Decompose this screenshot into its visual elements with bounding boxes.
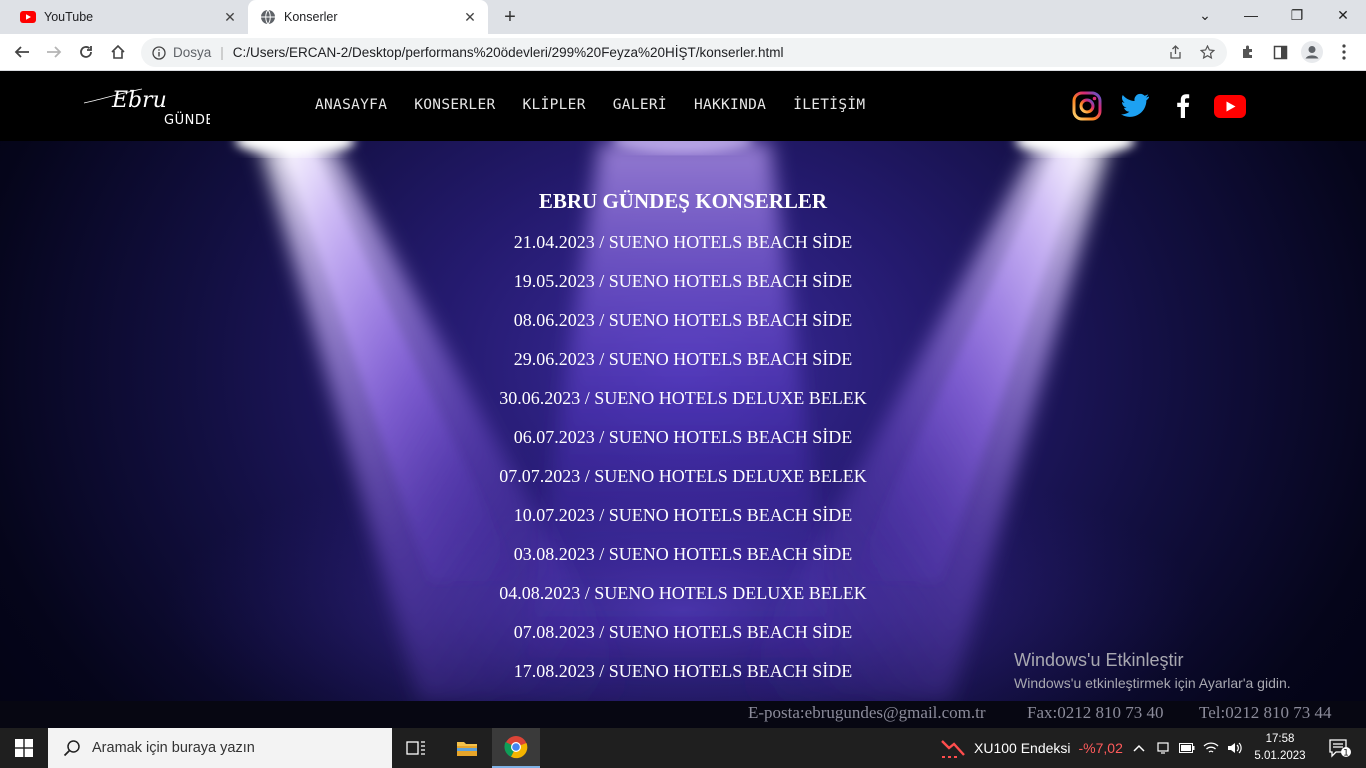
minimize-icon[interactable]: — [1228,0,1274,30]
bookmark-star-icon[interactable] [1195,41,1219,65]
tab-konserler[interactable]: Konserler ✕ [248,0,488,34]
restore-icon[interactable]: ❐ [1274,0,1320,30]
concerts-section: EBRU GÜNDEŞ KONSERLER 21.04.2023 / SUENO… [0,141,1366,701]
address-separator: | [220,45,224,60]
reload-icon[interactable] [72,38,100,66]
taskbar-search-box[interactable]: Aramak için buraya yazın [48,728,392,768]
concert-item: 07.07.2023 / SUENO HOTELS DELUXE BELEK [499,466,867,486]
back-icon[interactable] [8,38,36,66]
info-icon[interactable] [151,45,167,61]
search-icon [62,738,82,758]
concert-item: 29.06.2023 / SUENO HOTELS BEACH SİDE [513,349,853,369]
site-footer: E-posta:ebrugundes@gmail.com.tr Fax:0212… [0,701,1366,728]
nav-klipler[interactable]: KLİPLER [523,97,586,113]
profile-avatar-icon[interactable] [1298,38,1326,66]
twitter-icon[interactable] [1119,91,1151,121]
url-text[interactable]: C:/Users/ERCAN-2/Desktop/performans%20öd… [233,45,1163,60]
chevron-up-icon[interactable] [1127,728,1151,768]
windows-start-icon[interactable] [0,728,48,768]
clock-time: 17:58 [1265,733,1295,745]
nav-galeri[interactable]: GALERİ [613,97,667,113]
search-placeholder: Aramak için buraya yazın [92,740,255,756]
logo-name-text: GÜNDEŞ [164,111,210,128]
globe-icon [260,9,276,25]
tab-search-icon[interactable]: ⌄ [1182,0,1228,30]
tab-strip: YouTube ✕ Konserler ✕ + ⌄ — ❐ ✕ [0,0,1366,34]
nav-hakkinda[interactable]: HAKKINDA [694,97,766,113]
web-page: Ebru GÜNDEŞ ANASAYFA KONSERLER KLİPLER G… [0,71,1366,728]
youtube-icon[interactable] [1214,91,1246,121]
side-panel-icon[interactable] [1266,38,1294,66]
footer-tel: Tel:0212 810 73 44 [1199,703,1332,722]
nav-iletisim[interactable]: İLETİŞİM [793,97,865,113]
close-tab-icon[interactable]: ✕ [460,7,480,27]
close-tab-icon[interactable]: ✕ [220,7,240,27]
tab-label: Konserler [284,10,338,24]
notification-count: 1 [1343,748,1349,758]
concert-item: 03.08.2023 / SUENO HOTELS BEACH SİDE [513,544,853,564]
security-label: Dosya [173,45,212,60]
browser-toolbar: Dosya | C:/Users/ERCAN-2/Desktop/perform… [0,34,1366,71]
chrome-icon[interactable] [492,728,540,768]
watermark-title: Windows'u Etkinleştir [1014,650,1184,670]
wifi-icon[interactable] [1199,728,1223,768]
concert-item: 30.06.2023 / SUENO HOTELS DELUXE BELEK [499,388,867,408]
logo-script-text: Ebru [111,88,167,113]
ticker-label: XU100 Endeksi [974,740,1071,756]
clock-date: 5.01.2023 [1254,750,1306,762]
system-clock[interactable]: 17:58 5.01.2023 [1252,731,1308,765]
nav-konserler[interactable]: KONSERLER [414,97,495,113]
concert-item: 06.07.2023 / SUENO HOTELS BEACH SİDE [513,427,853,447]
concert-item: 19.05.2023 / SUENO HOTELS BEACH SİDE [513,271,853,291]
new-tab-icon[interactable]: + [498,5,522,29]
share-icon[interactable] [1163,41,1187,65]
close-window-icon[interactable]: ✕ [1320,0,1366,30]
tab-label: YouTube [44,10,94,24]
stock-ticker-widget[interactable]: XU100 Endeksi -%7,02 [940,728,1123,768]
taskbar: Aramak için buraya yazın XU100 Endeksi -… [0,728,1366,768]
volume-icon[interactable] [1223,728,1247,768]
page-title: EBRU GÜNDEŞ KONSERLER [538,189,828,213]
menu-kebab-icon[interactable] [1330,38,1358,66]
nav-anasayfa[interactable]: ANASAYFA [315,97,387,113]
tab-youtube[interactable]: YouTube ✕ [8,0,248,34]
stock-chart-icon [941,740,965,758]
task-view-icon[interactable] [392,728,440,768]
notification-center-icon[interactable]: 1 [1320,728,1360,768]
concert-item: 08.06.2023 / SUENO HOTELS BEACH SİDE [513,310,853,330]
concert-item: 21.04.2023 / SUENO HOTELS BEACH SİDE [513,232,853,252]
instagram-icon[interactable] [1071,91,1103,121]
concert-item: 10.07.2023 / SUENO HOTELS BEACH SİDE [513,505,853,525]
extensions-icon[interactable] [1234,38,1262,66]
file-explorer-icon[interactable] [443,728,491,768]
ticker-value: -%7,02 [1078,740,1123,756]
activation-watermark: Windows'u Etkinleştir Windows'u etkinleş… [1014,650,1291,691]
main-nav: ANASAYFA KONSERLER KLİPLER GALERİ HAKKIN… [315,97,865,113]
concert-item: 07.08.2023 / SUENO HOTELS BEACH SİDE [513,622,853,642]
concert-item: 04.08.2023 / SUENO HOTELS DELUXE BELEK [499,583,867,603]
youtube-favicon-icon [20,9,36,25]
facebook-icon[interactable] [1167,91,1199,121]
footer-fax: Fax:0212 810 73 40 [1027,703,1164,722]
battery-icon[interactable] [1175,728,1199,768]
address-bar[interactable]: Dosya | C:/Users/ERCAN-2/Desktop/perform… [141,38,1227,67]
home-icon[interactable] [104,38,132,66]
concert-list: EBRU GÜNDEŞ KONSERLER 21.04.2023 / SUENO… [0,179,1366,691]
watermark-subtitle: Windows'u etkinleştirmek için Ayarlar'a … [1014,675,1291,691]
meet-now-icon[interactable] [1151,728,1175,768]
forward-icon[interactable] [40,38,68,66]
site-logo[interactable]: Ebru GÜNDEŞ [82,83,222,129]
footer-email[interactable]: E-posta:ebrugundes@gmail.com.tr [748,703,986,723]
site-header: Ebru GÜNDEŞ ANASAYFA KONSERLER KLİPLER G… [0,71,1366,141]
